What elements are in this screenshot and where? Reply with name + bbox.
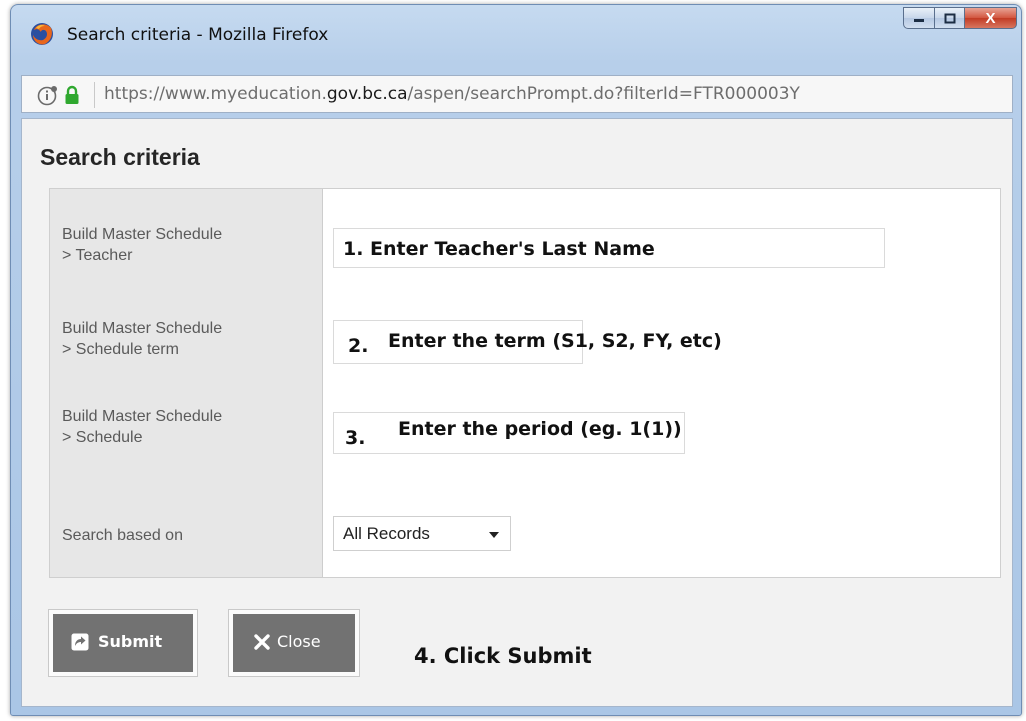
- window-title: Search criteria - Mozilla Firefox: [67, 25, 329, 45]
- close-icon: [254, 634, 270, 650]
- maximize-button[interactable]: [935, 7, 965, 29]
- schedule-term-label: Build Master Schedule > Schedule term: [62, 318, 222, 360]
- close-icon: X: [985, 9, 996, 27]
- info-icon[interactable]: [37, 84, 59, 106]
- search-based-on-label: Search based on: [62, 527, 183, 544]
- teacher-label-line2: > Teacher: [62, 247, 133, 264]
- close-label: Close: [277, 632, 321, 651]
- selected-option: All Records: [343, 524, 430, 543]
- teacher-label-line1: Build Master Schedule: [62, 226, 223, 243]
- firefox-icon: [31, 23, 53, 45]
- url-text[interactable]: https://www.myeducation.gov.bc.ca/aspen/…: [104, 84, 800, 104]
- schedule-term-annotation: Enter the term (S1, S2, FY, etc): [388, 330, 722, 352]
- submit-label: Submit: [98, 632, 163, 651]
- address-bar[interactable]: https://www.myeducation.gov.bc.ca/aspen/…: [21, 75, 1013, 113]
- teacher-label: Build Master Schedule > Teacher: [62, 224, 222, 266]
- title-bar[interactable]: Search criteria - Mozilla Firefox X: [11, 5, 1021, 63]
- url-prefix: https://www.myeducation.: [104, 84, 327, 104]
- maximize-icon: [944, 13, 955, 23]
- schedule-label: Build Master Schedule > Schedule: [62, 406, 222, 448]
- lock-icon: [65, 85, 79, 104]
- close-window-button[interactable]: X: [965, 7, 1017, 29]
- page-title: Search criteria: [40, 144, 200, 170]
- url-suffix: /aspen/searchPrompt.do?filterId=FTR00000…: [407, 84, 800, 104]
- close-button[interactable]: Close: [228, 609, 360, 677]
- url-domain: gov.bc.ca: [326, 84, 408, 104]
- label-column: Build Master Schedule > Teacher Build Ma…: [50, 189, 323, 577]
- window-controls: X: [903, 7, 1017, 29]
- schedule-label-line1: Build Master Schedule: [62, 408, 223, 425]
- minimize-icon: [914, 19, 924, 22]
- address-separator: [94, 82, 95, 108]
- submit-button[interactable]: Submit: [48, 609, 198, 677]
- schedule-label-line2: > Schedule: [62, 429, 143, 446]
- teacher-annotation: 1. Enter Teacher's Last Name: [343, 238, 655, 260]
- chevron-down-icon: [489, 532, 499, 538]
- schedule-annotation-number: 3.: [345, 427, 366, 449]
- minimize-button[interactable]: [903, 7, 935, 29]
- schedule-annotation: Enter the period (eg. 1(1)): [398, 418, 682, 440]
- schedule-term-annotation-number: 2.: [348, 335, 369, 357]
- external-arrow-icon: [71, 633, 89, 651]
- submit-instruction: 4. Click Submit: [414, 644, 592, 668]
- schedule-term-label-line2: > Schedule term: [62, 341, 179, 358]
- schedule-term-label-line1: Build Master Schedule: [62, 320, 223, 337]
- search-based-on-select[interactable]: All Records: [333, 516, 511, 551]
